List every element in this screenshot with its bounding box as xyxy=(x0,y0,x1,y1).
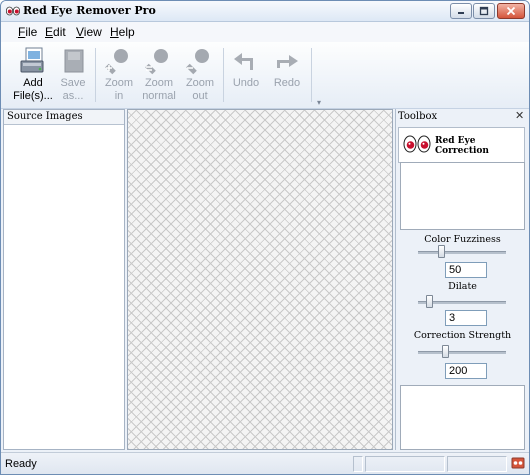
source-images-header: Source Images xyxy=(4,110,124,125)
color-fuzziness-input[interactable]: 50 xyxy=(445,262,487,278)
source-images-panel[interactable]: Source Images xyxy=(3,109,125,450)
tool-name: Red Eye Correction xyxy=(435,136,489,156)
save-icon xyxy=(64,49,84,73)
status-pane xyxy=(353,456,363,472)
correction-strength-label: Correction Strength xyxy=(413,330,512,341)
zoom-out-icon xyxy=(186,49,209,75)
undo-label: Undo xyxy=(232,77,260,89)
toolbox-panel: Toolbox ✕ Red Eye Correction Color Fuzzi… xyxy=(395,109,529,450)
window-title: Red Eye Remover Pro xyxy=(23,4,156,17)
status-pane xyxy=(447,456,507,472)
zoom-in-label-1: Zoom xyxy=(104,77,134,89)
redo-label: Redo xyxy=(273,77,301,89)
add-files-label-1: Add xyxy=(23,77,43,89)
color-fuzziness-slider[interactable] xyxy=(418,245,506,259)
menu-view[interactable]: View xyxy=(76,25,102,39)
color-fuzziness-label: Color Fuzziness xyxy=(424,234,501,245)
zoom-in-icon xyxy=(105,49,128,75)
slider-thumb[interactable] xyxy=(438,245,445,258)
zoom-out-label-1: Zoom xyxy=(185,77,215,89)
save-as-label-2: as... xyxy=(62,90,84,102)
redo-button[interactable]: Redo xyxy=(265,46,309,106)
red-eyes-icon xyxy=(403,135,431,153)
zoom-normal-label-2: normal xyxy=(142,90,176,102)
title-bar[interactable]: Red Eye Remover Pro xyxy=(1,1,529,22)
status-pane xyxy=(365,456,445,472)
close-window-button[interactable] xyxy=(497,3,525,19)
slider-track xyxy=(418,351,506,354)
app-window: Red Eye Remover Pro File Edit View Help … xyxy=(0,0,530,475)
tool-header: Red Eye Correction xyxy=(398,127,525,163)
toolbar-overflow-chevron[interactable]: ▾ xyxy=(317,98,321,107)
toolbox-close-icon[interactable]: ✕ xyxy=(515,109,524,122)
zoom-normal-label-1: Zoom xyxy=(144,77,174,89)
zoom-normal-icon xyxy=(145,49,168,75)
menu-file[interactable]: File xyxy=(18,25,37,39)
zoom-normal-button[interactable]: Zoom normal xyxy=(137,46,181,106)
menu-bar: File Edit View Help xyxy=(1,22,529,42)
slider-thumb[interactable] xyxy=(426,295,433,308)
minimize-button[interactable] xyxy=(450,3,472,19)
maximize-button[interactable] xyxy=(473,3,495,19)
tool-description-box xyxy=(400,162,525,230)
menu-help[interactable]: Help xyxy=(110,25,135,39)
slider-track xyxy=(418,251,506,254)
dilate-slider[interactable] xyxy=(418,295,506,309)
save-as-button[interactable]: Save as... xyxy=(51,46,95,106)
status-bar: Ready xyxy=(1,452,529,474)
toolbar: Add File(s)... Save as... Zoom in Zoom n… xyxy=(1,42,529,109)
minimize-icon xyxy=(458,12,464,14)
tool-preview-box xyxy=(400,385,525,450)
add-files-button[interactable]: Add File(s)... xyxy=(11,46,55,106)
image-canvas[interactable] xyxy=(127,109,393,450)
correction-strength-input[interactable]: 200 xyxy=(445,363,487,379)
redo-icon xyxy=(277,55,298,68)
zoom-in-button[interactable]: Zoom in xyxy=(97,46,141,106)
toolbox-header: Toolbox ✕ xyxy=(396,109,529,124)
toolbox-title: Toolbox xyxy=(398,111,438,122)
correction-strength-slider[interactable] xyxy=(418,345,506,359)
save-as-label-1: Save xyxy=(60,77,86,89)
dilate-input[interactable]: 3 xyxy=(445,310,487,326)
status-text: Ready xyxy=(5,458,37,470)
toolbar-separator xyxy=(311,48,312,102)
close-icon xyxy=(506,6,516,16)
toolbar-separator xyxy=(95,48,96,102)
add-files-label-2: File(s)... xyxy=(13,90,53,102)
add-files-icon xyxy=(20,47,44,73)
slider-thumb[interactable] xyxy=(442,345,449,358)
red-eye-app-icon xyxy=(6,6,20,16)
undo-button[interactable]: Undo xyxy=(224,46,268,106)
zoom-out-label-2: out xyxy=(192,90,208,102)
dilate-label: Dilate xyxy=(448,281,477,292)
maximize-icon xyxy=(479,6,489,16)
menu-edit[interactable]: Edit xyxy=(45,25,66,39)
undo-icon xyxy=(234,53,253,70)
zoom-in-label-2: in xyxy=(114,90,124,102)
resize-grip-icon[interactable] xyxy=(511,456,525,470)
zoom-out-button[interactable]: Zoom out xyxy=(178,46,222,106)
